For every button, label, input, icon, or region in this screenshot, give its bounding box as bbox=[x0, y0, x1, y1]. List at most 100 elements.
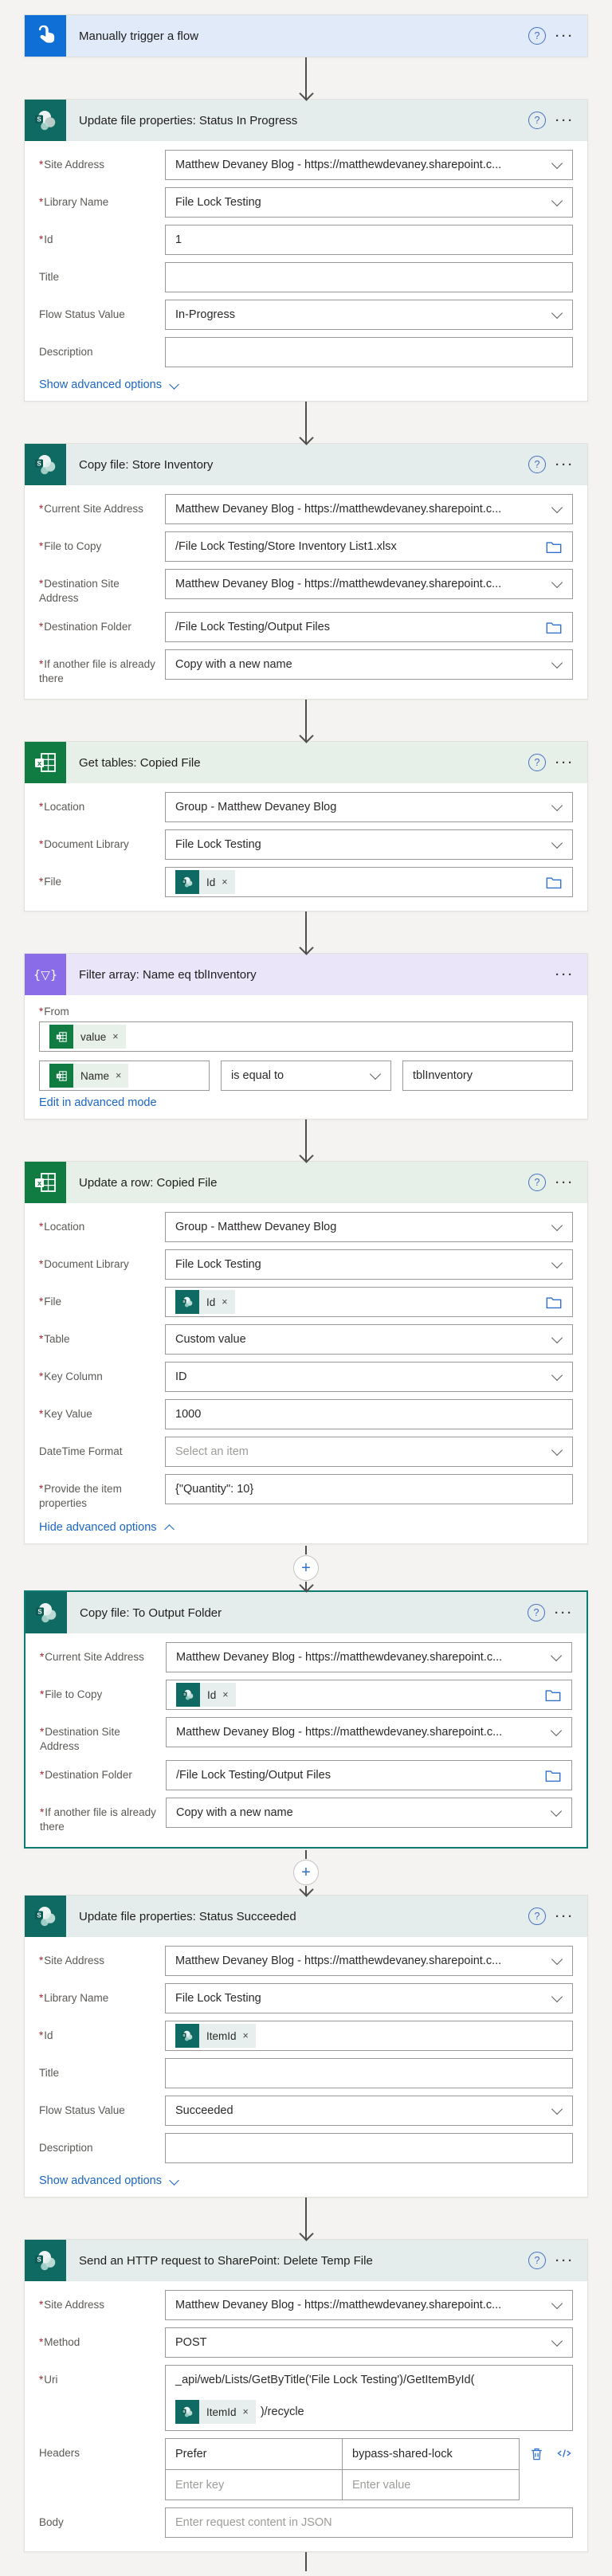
header-key-input[interactable]: Enter key bbox=[166, 2469, 342, 2500]
location-dropdown[interactable]: Group - Matthew Devaney Blog bbox=[165, 792, 573, 822]
file-to-copy-token-input[interactable]: S Id × bbox=[166, 1680, 572, 1710]
menu-icon[interactable]: ··· bbox=[555, 1176, 575, 1190]
destination-site-address-dropdown[interactable]: Matthew Devaney Blog - https://matthewde… bbox=[165, 569, 573, 599]
uri-input[interactable]: _api/web/Lists/GetByTitle('File Lock Tes… bbox=[165, 2365, 573, 2431]
show-advanced-options-link[interactable]: Show advanced options bbox=[39, 2174, 178, 2187]
dynamic-content-chip[interactable]: S Id × bbox=[175, 870, 235, 894]
remove-chip-icon[interactable]: × bbox=[219, 1296, 234, 1308]
switch-to-text-mode-icon[interactable] bbox=[555, 2445, 573, 2466]
remove-chip-icon[interactable]: × bbox=[113, 1070, 128, 1081]
location-dropdown[interactable]: Group - Matthew Devaney Blog bbox=[165, 1212, 573, 1242]
condition-right-operand[interactable]: tblInventory bbox=[402, 1061, 573, 1091]
card-header[interactable]: Update file properties: Status In Progre… bbox=[66, 100, 587, 141]
if-another-file-dropdown[interactable]: Copy with a new name bbox=[165, 649, 573, 680]
folder-picker-icon[interactable] bbox=[545, 1295, 563, 1310]
menu-icon[interactable]: ··· bbox=[555, 1910, 575, 1923]
key-value-input[interactable]: 1000 bbox=[165, 1399, 573, 1429]
title-input[interactable] bbox=[165, 262, 573, 292]
folder-picker-icon[interactable] bbox=[545, 875, 563, 890]
card-header[interactable]: Copy file: To Output Folder ? ··· bbox=[67, 1592, 586, 1633]
card-header[interactable]: Get tables: Copied File ? ··· bbox=[66, 742, 587, 783]
title-input[interactable] bbox=[165, 2058, 573, 2088]
folder-picker-icon[interactable] bbox=[544, 1768, 562, 1783]
file-to-copy-input[interactable]: /File Lock Testing/Store Inventory List1… bbox=[165, 531, 573, 562]
flow-status-value-dropdown[interactable]: Succeeded bbox=[165, 2096, 573, 2126]
header-key-input[interactable]: Prefer bbox=[166, 2439, 342, 2469]
folder-picker-icon[interactable] bbox=[544, 1688, 562, 1703]
key-column-dropdown[interactable]: ID bbox=[165, 1362, 573, 1392]
dynamic-content-chip[interactable]: S Id × bbox=[175, 1290, 235, 1314]
help-icon[interactable]: ? bbox=[528, 2252, 546, 2269]
dynamic-content-chip[interactable]: S ItemId × bbox=[175, 2400, 256, 2424]
card-header[interactable]: Filter array: Name eq tblInventory ··· bbox=[66, 954, 587, 995]
remove-chip-icon[interactable]: × bbox=[220, 1689, 235, 1700]
card-header[interactable]: Send an HTTP request to SharePoint: Dele… bbox=[66, 2240, 587, 2281]
remove-chip-icon[interactable]: × bbox=[241, 2406, 256, 2417]
condition-left-operand[interactable]: x Name × bbox=[39, 1061, 210, 1091]
help-icon[interactable]: ? bbox=[528, 27, 546, 45]
id-token-input[interactable]: S ItemId × bbox=[165, 2021, 573, 2051]
help-icon[interactable]: ? bbox=[528, 456, 546, 473]
remove-chip-icon[interactable]: × bbox=[110, 1031, 125, 1042]
field-label: Body bbox=[39, 2507, 165, 2530]
menu-icon[interactable]: ··· bbox=[555, 114, 575, 127]
dynamic-content-chip[interactable]: S Id × bbox=[176, 1683, 236, 1707]
table-dropdown[interactable]: Custom value bbox=[165, 1324, 573, 1355]
header-value-input[interactable]: Enter value bbox=[342, 2469, 519, 2500]
description-input[interactable] bbox=[165, 337, 573, 367]
required-mark: * bbox=[39, 233, 43, 245]
header-value-input[interactable]: bypass-shared-lock bbox=[342, 2439, 519, 2469]
menu-icon[interactable]: ··· bbox=[555, 29, 575, 43]
destination-site-address-dropdown[interactable]: Matthew Devaney Blog - https://matthewde… bbox=[166, 1717, 572, 1747]
file-token-input[interactable]: S Id × bbox=[165, 1287, 573, 1317]
current-site-address-dropdown[interactable]: Matthew Devaney Blog - https://matthewde… bbox=[166, 1642, 572, 1672]
menu-icon[interactable]: ··· bbox=[555, 2254, 575, 2268]
library-name-dropdown[interactable]: File Lock Testing bbox=[165, 1983, 573, 2013]
card-header[interactable]: Update a row: Copied File ? ··· bbox=[66, 1162, 587, 1203]
delete-headers-icon[interactable] bbox=[529, 2445, 544, 2466]
folder-picker-icon[interactable] bbox=[545, 620, 563, 635]
dynamic-content-chip[interactable]: x value × bbox=[49, 1025, 126, 1049]
condition-operator-dropdown[interactable]: is equal to bbox=[221, 1061, 391, 1091]
file-token-input[interactable]: S Id × bbox=[165, 867, 573, 897]
item-properties-input[interactable]: {"Quantity": 10} bbox=[165, 1474, 573, 1504]
current-site-address-dropdown[interactable]: Matthew Devaney Blog - https://matthewde… bbox=[165, 494, 573, 524]
dynamic-content-chip[interactable]: S ItemId × bbox=[175, 2024, 256, 2048]
flow-status-value-dropdown[interactable]: In-Progress bbox=[165, 300, 573, 330]
remove-chip-icon[interactable]: × bbox=[219, 876, 234, 888]
document-library-dropdown[interactable]: File Lock Testing bbox=[165, 1249, 573, 1280]
library-name-dropdown[interactable]: File Lock Testing bbox=[165, 187, 573, 218]
edit-in-advanced-mode-link[interactable]: Edit in advanced mode bbox=[39, 1096, 157, 1109]
menu-icon[interactable]: ··· bbox=[555, 968, 575, 982]
document-library-dropdown[interactable]: File Lock Testing bbox=[165, 829, 573, 860]
datetime-format-dropdown[interactable]: Select an item bbox=[165, 1437, 573, 1467]
help-icon[interactable]: ? bbox=[528, 1907, 546, 1925]
menu-icon[interactable]: ··· bbox=[555, 1606, 574, 1620]
destination-folder-input[interactable]: /File Lock Testing/Output Files bbox=[165, 612, 573, 642]
card-header[interactable]: Copy file: Store Inventory ? ··· bbox=[66, 444, 587, 485]
description-input[interactable] bbox=[165, 2133, 573, 2163]
menu-icon[interactable]: ··· bbox=[555, 458, 575, 472]
help-icon[interactable]: ? bbox=[528, 754, 546, 771]
help-icon[interactable]: ? bbox=[528, 112, 546, 129]
from-token-input[interactable]: x value × bbox=[39, 1021, 573, 1052]
required-mark: * bbox=[39, 159, 43, 171]
site-address-dropdown[interactable]: Matthew Devaney Blog - https://matthewde… bbox=[165, 2290, 573, 2320]
destination-folder-input[interactable]: /File Lock Testing/Output Files bbox=[166, 1760, 572, 1790]
remove-chip-icon[interactable]: × bbox=[241, 2030, 256, 2041]
method-dropdown[interactable]: POST bbox=[165, 2327, 573, 2358]
folder-picker-icon[interactable] bbox=[545, 539, 563, 555]
dynamic-content-chip[interactable]: x Name × bbox=[49, 1064, 128, 1088]
hide-advanced-options-link[interactable]: Hide advanced options bbox=[39, 1521, 173, 1534]
if-another-file-dropdown[interactable]: Copy with a new name bbox=[166, 1798, 572, 1828]
card-header[interactable]: Update file properties: Status Succeeded… bbox=[66, 1896, 587, 1937]
menu-icon[interactable]: ··· bbox=[555, 756, 575, 770]
body-input[interactable]: Enter request content in JSON bbox=[165, 2507, 573, 2538]
help-icon[interactable]: ? bbox=[528, 1604, 545, 1621]
show-advanced-options-link[interactable]: Show advanced options bbox=[39, 378, 178, 391]
site-address-dropdown[interactable]: Matthew Devaney Blog - https://matthewde… bbox=[165, 1946, 573, 1976]
help-icon[interactable]: ? bbox=[528, 1174, 546, 1191]
id-input[interactable]: 1 bbox=[165, 225, 573, 255]
site-address-dropdown[interactable]: Matthew Devaney Blog - https://matthewde… bbox=[165, 150, 573, 180]
trigger-card-header[interactable]: Manually trigger a flow ? ··· bbox=[66, 15, 587, 57]
